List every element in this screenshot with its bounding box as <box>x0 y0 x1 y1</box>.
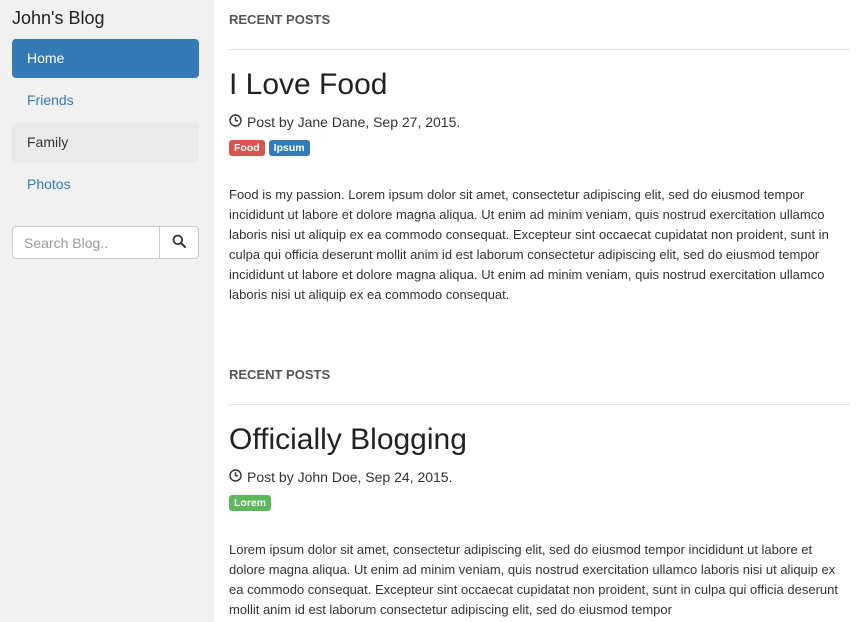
post-tags: Lorem <box>229 495 272 511</box>
page: John's Blog Home Friends Family Photos R… <box>0 0 861 622</box>
post-body: Food is my passion. Lorem ipsum dolor si… <box>229 187 829 302</box>
search-button[interactable] <box>159 226 199 259</box>
section-label: RECENT POSTS <box>229 12 331 27</box>
tag-ipsum[interactable]: Ipsum <box>268 140 310 156</box>
nav-item-family[interactable]: Family <box>12 123 199 162</box>
blog-title: John's Blog <box>12 8 105 28</box>
post-tags: Food Ipsum <box>229 140 310 156</box>
clock-icon <box>229 469 247 485</box>
post-title: I Love Food <box>229 68 388 101</box>
post-meta: Post by John Doe, Sep 24, 2015. <box>229 469 452 485</box>
post-meta-text: Post by Jane Dane, Sep 27, 2015. <box>247 114 461 130</box>
nav-item-home[interactable]: Home <box>12 39 199 78</box>
sidebar-nav: Home Friends Family Photos <box>12 39 199 207</box>
search-icon <box>172 234 186 251</box>
sidebar: John's Blog Home Friends Family Photos <box>0 0 214 622</box>
post-meta-text: Post by John Doe, Sep 24, 2015. <box>247 469 453 485</box>
tag-lorem[interactable]: Lorem <box>229 495 272 511</box>
section-label: RECENT POSTS <box>229 367 331 382</box>
tag-food[interactable]: Food <box>229 140 265 156</box>
post-meta: Post by Jane Dane, Sep 27, 2015. <box>229 114 460 130</box>
post-title: Officially Blogging <box>229 423 467 456</box>
divider <box>229 49 850 50</box>
nav-item-friends[interactable]: Friends <box>12 81 199 120</box>
post-body: Lorem ipsum dolor sit amet, consectetur … <box>229 542 838 617</box>
divider <box>229 404 850 405</box>
search-input[interactable] <box>12 226 159 259</box>
clock-icon <box>229 114 247 130</box>
search-group <box>12 226 199 259</box>
nav-item-photos[interactable]: Photos <box>12 165 199 204</box>
